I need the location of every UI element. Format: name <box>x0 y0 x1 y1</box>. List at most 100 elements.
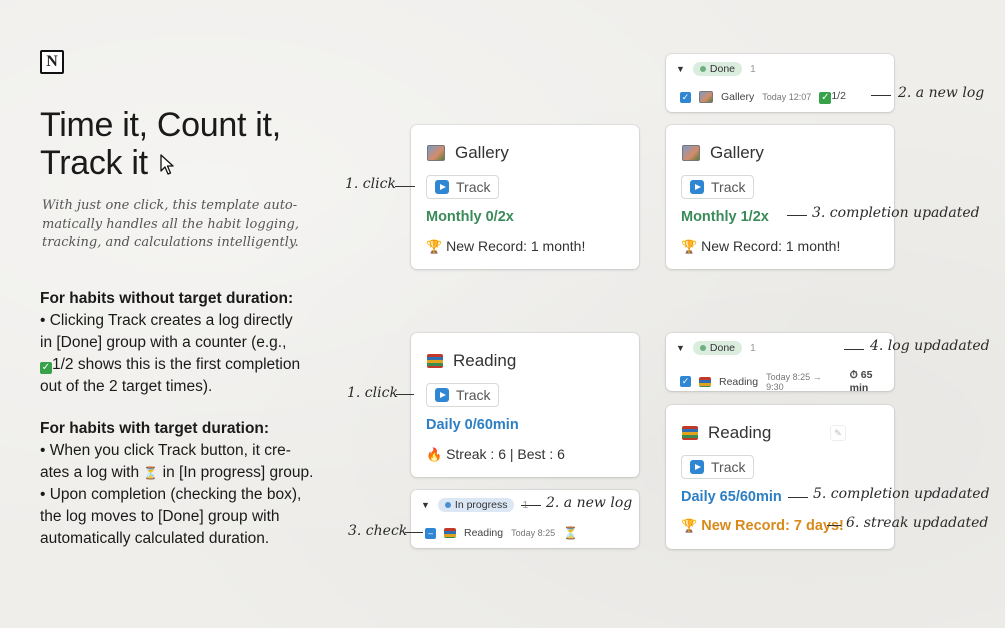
annotation-streak: 6. streak updadated <box>846 515 989 531</box>
progress-text: Monthly 0/2x <box>426 209 514 225</box>
log-time: Today 12:07 <box>762 92 812 102</box>
gallery-card-after[interactable]: Gallery Track Monthly 1/2x 🏆 New Record:… <box>666 125 894 269</box>
record-text: 🏆 New Record: 7 days! <box>681 518 844 534</box>
stopwatch-icon: ⏱ <box>849 369 858 381</box>
annotation-line <box>521 505 541 506</box>
gallery-icon <box>682 145 700 161</box>
annotation-completion-gallery: 3. completion upadated <box>812 205 980 221</box>
group-header[interactable]: ▼ Done 1 <box>676 62 756 76</box>
group-header[interactable]: ▼ Done 1 <box>676 341 756 355</box>
section-text: ✓ 1/2 shows this is the first completion <box>40 356 301 374</box>
group-count: 1 <box>750 342 756 354</box>
gallery-icon <box>427 145 445 161</box>
hourglass-icon: ⏳ <box>563 526 579 540</box>
annotation-log-updated: 4. log updadated <box>870 338 990 354</box>
log-item-name[interactable]: Reading <box>464 527 503 539</box>
card-title: Gallery <box>682 143 764 163</box>
play-icon <box>435 388 449 402</box>
books-icon <box>444 528 456 538</box>
fire-icon: 🔥 <box>426 447 443 462</box>
track-button[interactable]: Track <box>681 175 755 199</box>
title-line-1: Time it, Count it, <box>40 106 281 144</box>
section-text: the log moves to [Done] group with <box>40 508 280 525</box>
status-badge-done: Done <box>692 341 743 355</box>
checkbox-being-checked[interactable]: – <box>425 527 436 539</box>
checkbox-checked[interactable]: ✓ <box>680 376 691 387</box>
streak-text: 🔥 Streak : 6 | Best : 6 <box>426 446 565 462</box>
log-time: Today 8:25 <box>511 528 556 538</box>
progress-text: Monthly 1/2x <box>681 209 769 225</box>
section-heading: For habits without target duration: <box>40 290 294 307</box>
books-icon <box>427 354 443 368</box>
annotation-line <box>788 497 808 498</box>
annotation-line <box>405 532 423 533</box>
section-text: • When you click Track button, it cre- <box>40 442 291 459</box>
record-text: 🏆 New Record: 1 month! <box>681 238 841 254</box>
toggle-triangle-icon[interactable]: ▼ <box>676 64 685 74</box>
log-row: – Reading Today 8:25 ⏳ <box>425 526 578 540</box>
books-icon <box>699 376 711 387</box>
section-text: • Clicking Track creates a log directly <box>40 312 293 329</box>
section-heading: For habits with target duration: <box>40 420 270 437</box>
annotation-line <box>787 215 807 216</box>
annotation-click-gallery: 1. click <box>345 176 396 192</box>
card-title: Reading <box>682 423 771 443</box>
progress-text: Daily 0/60min <box>426 417 519 433</box>
group-header[interactable]: ▼ In progress 1 <box>421 498 528 512</box>
annotation-line <box>396 394 414 395</box>
section-text: out of the 2 target times). <box>40 378 213 395</box>
log-time: Today 8:25 → 9:30 <box>766 371 822 392</box>
edit-icon[interactable]: ✎ <box>830 425 846 441</box>
trophy-icon: 🏆 <box>681 518 698 533</box>
mouse-cursor-icon <box>160 154 174 175</box>
subtitle: With just one click, this template auto-… <box>42 198 299 250</box>
trophy-icon: 🏆 <box>681 239 698 254</box>
card-title: Gallery <box>427 143 509 163</box>
annotation-line <box>844 349 864 350</box>
annotation-line <box>871 95 891 96</box>
log-row: ✓ Gallery Today 12:07 ✓ 1/2 <box>680 90 846 104</box>
log-counter: ✓ 1/2 <box>819 90 846 104</box>
log-row: ✓ Reading Today 8:25 → 9:30 ⏱ 65 min <box>680 369 894 394</box>
notion-logo: N <box>40 50 64 74</box>
reading-card-before[interactable]: Reading Track Daily 0/60min 🔥 Streak : 6… <box>411 333 639 477</box>
status-badge-done: Done <box>692 62 743 76</box>
play-icon <box>435 180 449 194</box>
section-text: • Upon completion (checking the box), <box>40 486 302 503</box>
progress-text: Daily 65/60min <box>681 489 782 505</box>
gallery-icon <box>699 91 713 103</box>
section-with-target: For habits with target duration: • When … <box>40 418 330 550</box>
annotation-new-log-reading: 2. a new log <box>546 495 633 511</box>
toggle-triangle-icon[interactable]: ▼ <box>676 343 685 353</box>
section-text: ates a log with ⏳ in [In progress] group… <box>40 462 330 484</box>
section-no-target: For habits without target duration: • Cl… <box>40 288 330 398</box>
log-item-name[interactable]: Reading <box>719 376 758 388</box>
status-dot-icon <box>444 502 451 508</box>
trophy-icon: 🏆 <box>426 239 443 254</box>
done-group-log-reading: ▼ Done 1 ✓ Reading Today 8:25 → 9:30 ⏱ 6… <box>666 333 894 394</box>
group-count: 1 <box>750 63 756 75</box>
toggle-triangle-icon[interactable]: ▼ <box>421 500 430 510</box>
checkmark-icon: ✓ <box>819 92 832 104</box>
track-button[interactable]: Track <box>681 455 755 479</box>
log-item-name[interactable]: Gallery <box>721 91 754 103</box>
track-button[interactable]: Track <box>426 175 500 199</box>
done-group-log-gallery: ▼ Done 1 ✓ Gallery Today 12:07 ✓ 1/2 <box>666 54 894 112</box>
play-icon <box>690 460 704 474</box>
checkbox-checked[interactable]: ✓ <box>680 91 691 103</box>
annotation-click-reading: 1. click <box>347 385 398 401</box>
log-duration: ⏱ 65 min <box>849 369 873 394</box>
track-button[interactable]: Track <box>426 383 500 407</box>
annotation-line <box>395 186 415 187</box>
annotation-line <box>827 525 841 526</box>
card-title: Reading <box>427 351 516 371</box>
annotation-completion-reading: 5. completion updadated <box>813 486 990 502</box>
hourglass-icon: ⏳ <box>143 466 159 480</box>
record-text: 🏆 New Record: 1 month! <box>426 238 586 254</box>
section-text: in [Done] group with a counter (e.g., <box>40 334 287 351</box>
status-dot-icon <box>699 345 706 351</box>
status-badge-in-progress: In progress <box>437 498 515 512</box>
gallery-card-before[interactable]: Gallery Track Monthly 0/2x 🏆 New Record:… <box>411 125 639 269</box>
books-icon <box>682 426 698 440</box>
status-dot-icon <box>699 66 706 72</box>
